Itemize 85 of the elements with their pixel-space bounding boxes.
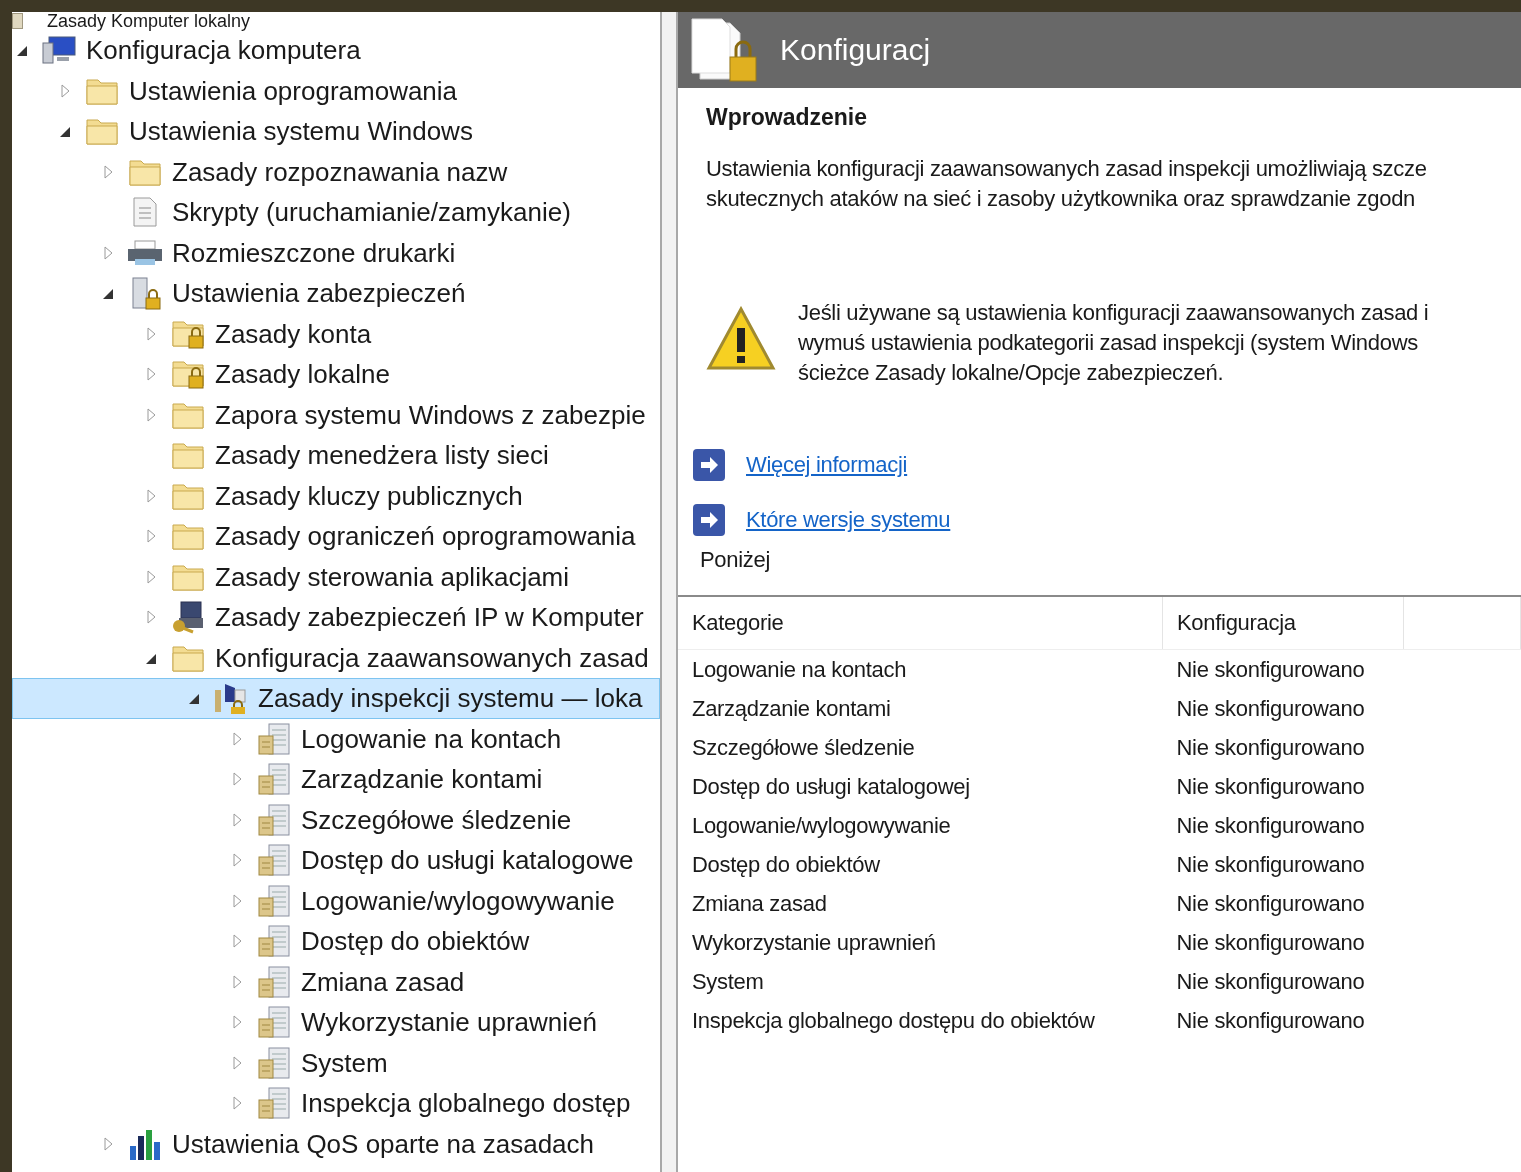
- policy-icon: [257, 721, 291, 756]
- tree-item[interactable]: Zmiana zasad: [12, 961, 660, 1002]
- warning-icon: [706, 306, 776, 372]
- table-cell-text: Nie skonfigurowano: [1175, 1006, 1366, 1035]
- warning-text: Jeśli używane są ustawienia konfiguracji zaawansowanych zasad i: [798, 299, 1429, 327]
- policy-icon: [257, 1086, 291, 1121]
- policy-icon: [257, 762, 291, 797]
- column-header[interactable]: Kategorie: [678, 596, 1163, 650]
- table-cell-text: Dostęp do obiektów: [691, 850, 881, 879]
- table-cell-text: Nie skonfigurowano: [1175, 850, 1366, 879]
- table-cell-text: Nie skonfigurowano: [1175, 967, 1366, 996]
- table-cell-text: System: [691, 967, 765, 996]
- intro-text: skutecznych ataków na sieć i zasoby użytkownika oraz sprawdzanie zgodn: [706, 185, 1417, 213]
- panel-title: Konfiguracj: [780, 33, 931, 67]
- tree-item[interactable]: Dostęp do obiektów: [12, 921, 660, 962]
- tree-item[interactable]: Dostęp do usługi katalogowe: [12, 840, 660, 881]
- tree-item[interactable]: Zasady sterowania aplikacjami: [12, 556, 660, 597]
- policy-icon: [257, 883, 291, 918]
- policy-icon: [257, 802, 291, 837]
- locked-folder-icon: [171, 358, 205, 391]
- folder-icon: [171, 440, 205, 471]
- folder-icon: [171, 521, 205, 552]
- tree-item[interactable]: Konfiguracja komputera: [12, 30, 660, 71]
- splitter[interactable]: [660, 12, 678, 1172]
- tree-item[interactable]: Zasady ograniczeń oprogramowania: [12, 516, 660, 557]
- tree-item[interactable]: Zasady kluczy publicznych: [12, 475, 660, 516]
- tree-item[interactable]: Zasady rozpoznawania nazw: [12, 151, 660, 192]
- table-cell-text: Nie skonfigurowano: [1175, 733, 1366, 762]
- tree-item[interactable]: Zasady inspekcji systemu — loka: [12, 678, 660, 719]
- tree-item[interactable]: Zarządzanie kontami: [12, 759, 660, 800]
- column-header[interactable]: Konfiguracja: [1162, 596, 1404, 650]
- document-icon: [12, 13, 23, 29]
- tree-item[interactable]: Zasady lokalne: [12, 354, 660, 395]
- table-cell-text: Logowanie/wylogowywanie: [691, 811, 952, 840]
- tree-item[interactable]: Rozmieszczone drukarki: [12, 232, 660, 273]
- help-link[interactable]: Więcej informacji: [746, 452, 908, 478]
- audit-icon: [213, 682, 249, 715]
- table-cell-text: Inspekcja globalnego dostępu do obiektów: [691, 1006, 1096, 1035]
- table-cell-text: Nie skonfigurowano: [1175, 928, 1366, 957]
- help-link[interactable]: Które wersje systemu: [746, 507, 951, 533]
- intro-text: Ustawienia konfiguracji zaawansowanych zasad inspekcji umożliwiają szcze: [706, 155, 1428, 183]
- policy-icon: [257, 964, 291, 999]
- tree-item[interactable]: Zasady menedżera listy sieci: [12, 435, 660, 476]
- table-cell: Nie skonfigurowano: [1162, 649, 1404, 689]
- table-cell-text: Nie skonfigurowano: [1175, 811, 1366, 840]
- policy-icon: [257, 1005, 291, 1040]
- tree-item[interactable]: Ustawienia systemu Windows: [12, 111, 660, 152]
- table-cell-text: Nie skonfigurowano: [1175, 694, 1366, 723]
- table-cell: Logowanie na kontach: [678, 649, 1163, 689]
- tree-item[interactable]: System: [12, 1042, 660, 1083]
- tree-item[interactable]: Wykorzystanie uprawnień: [12, 1002, 660, 1043]
- policy-icon: [257, 843, 291, 878]
- tree-item[interactable]: Ustawienia zabezpieczeń: [12, 273, 660, 314]
- tree-item[interactable]: Zasady zabezpieczeń IP w Komputer: [12, 597, 660, 638]
- printer-icon: [126, 238, 164, 267]
- tree-item[interactable]: Logowanie/wylogowywanie: [12, 880, 660, 921]
- table-cell-text: Nie skonfigurowano: [1175, 889, 1366, 918]
- tree-item[interactable]: Zapora systemu Windows z zabezpie: [12, 394, 660, 435]
- server-lock-icon: [129, 276, 161, 311]
- caption-text: Poniżej: [700, 547, 772, 573]
- tree-item[interactable]: Szczegółowe śledzenie: [12, 799, 660, 840]
- table-cell-text: Nie skonfigurowano: [1175, 772, 1366, 801]
- warning-text: ścieżce Zasady lokalne/Opcje zabezpieczeń.: [798, 359, 1225, 387]
- table-cell-text: Szczegółowe śledzenie: [691, 733, 916, 762]
- tree-item[interactable]: Logowanie na kontach: [12, 718, 660, 759]
- policy-icon: [257, 924, 291, 959]
- computer-icon: [41, 35, 77, 66]
- script-icon: [130, 196, 160, 229]
- table-cell-text: Zarządzanie kontami: [691, 694, 892, 723]
- tree-item[interactable]: Ustawienia oprogramowania: [12, 70, 660, 111]
- computer-key-icon: [171, 600, 205, 635]
- tree-item[interactable]: Skrypty (uruchamianie/zamykanie): [12, 192, 660, 233]
- section-heading: Wprowadzenie: [706, 104, 868, 131]
- tree-item[interactable]: Ustawienia QoS oparte na zasadach: [12, 1123, 660, 1164]
- policy-icon: [257, 1045, 291, 1080]
- tree-item[interactable]: Konfiguracja zaawansowanych zasad: [12, 637, 660, 678]
- table-cell-text: Dostęp do usługi katalogowej: [691, 772, 971, 801]
- bar-chart-icon: [127, 1127, 163, 1160]
- folder-icon: [85, 116, 119, 147]
- table-cell-text: Zmiana zasad: [691, 889, 828, 918]
- tree-item[interactable]: Zasady Komputer lokalny: [47, 12, 251, 30]
- tree-item[interactable]: Zasady konta: [12, 313, 660, 354]
- tree-item[interactable]: Inspekcja globalnego dostęp: [12, 1083, 660, 1124]
- warning-text: wymuś ustawienia podkategorii zasad inspekcji (system Windows: [798, 329, 1419, 357]
- table-cell-text: Wykorzystanie uprawnień: [691, 928, 937, 957]
